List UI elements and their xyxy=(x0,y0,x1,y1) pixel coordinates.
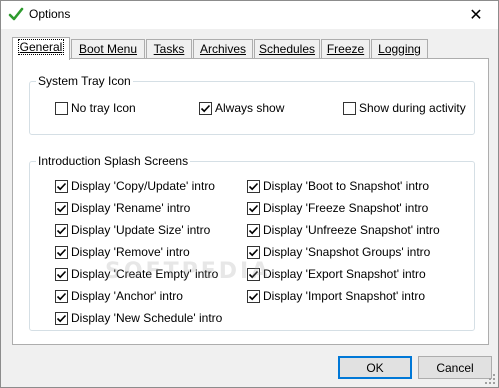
tab-general[interactable]: General xyxy=(12,37,70,60)
checkmark-icon xyxy=(247,245,260,259)
anchor-intro-checkbox[interactable]: Display 'Anchor' intro xyxy=(55,288,183,304)
update-size-intro-checkbox[interactable]: Display 'Update Size' intro xyxy=(55,222,210,238)
tab-boot-menu[interactable]: Boot Menu xyxy=(71,39,145,59)
close-icon: ✕ xyxy=(469,7,483,24)
freeze-snapshot-intro-checkbox[interactable]: Display 'Freeze Snapshot' intro xyxy=(247,200,428,216)
tab-freeze[interactable]: Freeze xyxy=(321,39,370,59)
no-tray-icon-checkbox[interactable]: No tray Icon xyxy=(55,100,136,116)
checkmark-icon xyxy=(247,223,260,237)
boot-to-snapshot-intro-checkbox[interactable]: Display 'Boot to Snapshot' intro xyxy=(247,178,429,194)
resize-grip-icon[interactable] xyxy=(484,373,496,385)
system-tray-group-title: System Tray Icon xyxy=(36,74,133,88)
cancel-button[interactable]: Cancel xyxy=(418,356,492,379)
checkmark-icon xyxy=(55,267,68,281)
checkbox-box xyxy=(55,101,68,115)
checkmark-icon xyxy=(247,201,260,215)
splash-screens-group-title: Introduction Splash Screens xyxy=(36,154,191,168)
tab-logging[interactable]: Logging xyxy=(371,39,428,59)
checkmark-icon xyxy=(55,223,68,237)
tab-archives[interactable]: Archives xyxy=(193,39,253,59)
general-tab-panel: System Tray Icon No tray Icon Always sho… xyxy=(12,58,489,345)
checkmark-icon xyxy=(247,179,260,193)
checkmark-app-icon xyxy=(8,6,24,22)
always-show-checkbox[interactable]: Always show xyxy=(199,100,284,116)
create-empty-intro-checkbox[interactable]: Display 'Create Empty' intro xyxy=(55,266,218,282)
system-tray-group: System Tray Icon No tray Icon Always sho… xyxy=(29,74,475,135)
checkbox-box xyxy=(343,101,356,115)
unfreeze-snapshot-intro-checkbox[interactable]: Display 'Unfreeze Snapshot' intro xyxy=(247,222,440,238)
snapshot-groups-intro-checkbox[interactable]: Display 'Snapshot Groups' intro xyxy=(247,244,430,260)
checkmark-icon xyxy=(55,201,68,215)
new-schedule-intro-checkbox[interactable]: Display 'New Schedule' intro xyxy=(55,310,222,326)
copy-update-intro-checkbox[interactable]: Display 'Copy/Update' intro xyxy=(55,178,215,194)
checkmark-icon xyxy=(55,245,68,259)
rename-intro-checkbox[interactable]: Display 'Rename' intro xyxy=(55,200,190,216)
checkmark-icon xyxy=(55,179,68,193)
title-bar[interactable]: Options ✕ xyxy=(1,1,498,29)
window-title: Options xyxy=(29,7,71,21)
ok-button[interactable]: OK xyxy=(338,356,412,379)
checkmark-icon xyxy=(247,267,260,281)
checkmark-icon xyxy=(247,289,260,303)
splash-screens-group: Introduction Splash Screens Display 'Cop… xyxy=(29,154,475,331)
checkmark-icon xyxy=(199,101,212,115)
options-dialog: Options ✕ General Boot Menu Tasks Archiv… xyxy=(0,0,499,388)
checkmark-icon xyxy=(55,289,68,303)
checkmark-icon xyxy=(55,311,68,325)
close-button[interactable]: ✕ xyxy=(454,1,498,29)
tab-schedules[interactable]: Schedules xyxy=(254,39,320,59)
tab-tasks[interactable]: Tasks xyxy=(146,39,192,59)
import-snapshot-intro-checkbox[interactable]: Display 'Import Snapshot' intro xyxy=(247,288,425,304)
show-during-activity-checkbox[interactable]: Show during activity xyxy=(343,100,466,116)
remove-intro-checkbox[interactable]: Display 'Remove' intro xyxy=(55,244,190,260)
export-snapshot-intro-checkbox[interactable]: Display 'Export Snapshot' intro xyxy=(247,266,426,282)
